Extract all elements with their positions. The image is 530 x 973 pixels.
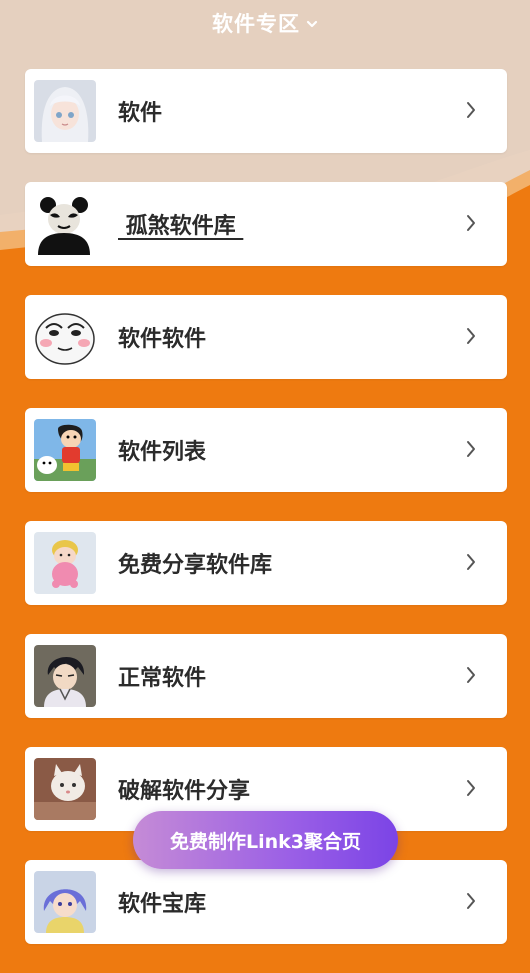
avatar	[34, 532, 96, 594]
list-item-label: 正常软件	[118, 666, 207, 691]
chevron-right-icon	[465, 326, 477, 350]
list-item[interactable]: 孤煞软件库	[25, 182, 507, 266]
chevron-down-icon	[306, 14, 318, 33]
avatar	[34, 758, 96, 820]
avatar	[34, 871, 96, 933]
list-item[interactable]: 软件列表	[25, 408, 507, 492]
category-dropdown[interactable]: 软件专区	[212, 8, 318, 38]
page-title: 软件专区	[212, 12, 300, 36]
avatar	[34, 193, 96, 255]
chevron-right-icon	[465, 778, 477, 802]
chevron-right-icon	[465, 100, 477, 124]
list-item-label: 孤煞软件库	[118, 214, 244, 239]
avatar	[34, 80, 96, 142]
list-item[interactable]: 软件宝库	[25, 860, 507, 944]
avatar	[34, 419, 96, 481]
chevron-right-icon	[465, 213, 477, 237]
list-item-label: 软件列表	[118, 440, 207, 465]
list-item[interactable]: 软件	[25, 69, 507, 153]
avatar	[34, 306, 96, 368]
list-item[interactable]: 正常软件	[25, 634, 507, 718]
list-item-label: 免费分享软件库	[118, 553, 273, 578]
list-item-label: 软件软件	[118, 327, 207, 352]
chevron-right-icon	[465, 439, 477, 463]
header: 软件专区	[0, 0, 530, 46]
list-item-label: 破解软件分享	[118, 779, 251, 804]
list-item-label: 软件宝库	[118, 892, 207, 917]
create-link3-page-button[interactable]: 免费制作Link3聚合页	[133, 811, 398, 869]
chevron-right-icon	[465, 665, 477, 689]
create-link3-page-label: 免费制作Link3聚合页	[169, 830, 361, 853]
avatar	[34, 645, 96, 707]
list-item[interactable]: 软件软件	[25, 295, 507, 379]
list-item[interactable]: 免费分享软件库	[25, 521, 507, 605]
chevron-right-icon	[465, 891, 477, 915]
chevron-right-icon	[465, 552, 477, 576]
list-item-label: 软件	[118, 101, 163, 126]
